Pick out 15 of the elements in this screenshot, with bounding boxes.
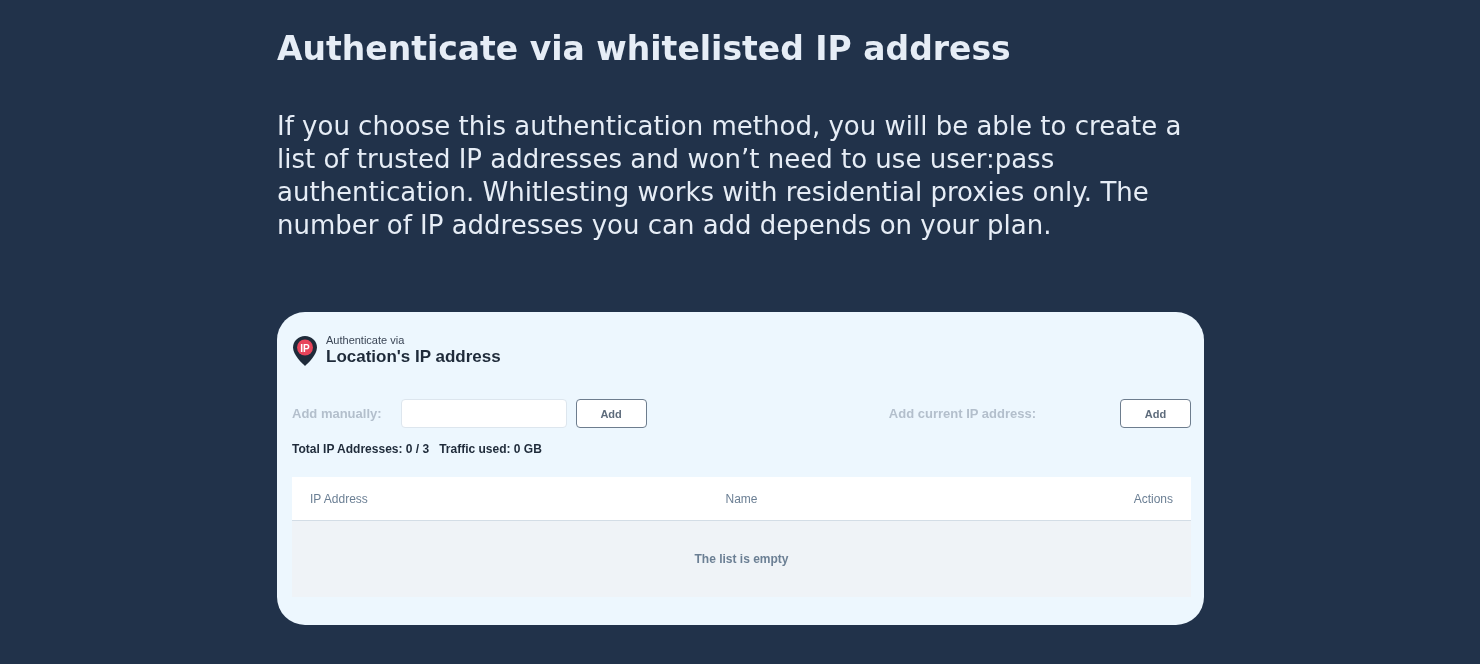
card-title: Location's IP address — [326, 347, 501, 367]
column-header: IP Address — [310, 491, 369, 506]
card-subtitle: Authenticate via — [326, 334, 406, 346]
page-heading: Authenticate via whitelisted IP address — [277, 28, 1012, 70]
field-label: Add manually: — [292, 406, 382, 421]
empty-message: The list is empty — [694, 552, 789, 566]
column-header: Name — [724, 491, 759, 506]
ip-input-field[interactable] — [400, 399, 567, 428]
usage-stats: Total IP Addresses: 0 / 3 Traffic used: 0 GB — [292, 442, 543, 456]
field-label: Add current IP address: — [888, 406, 1036, 421]
add-button[interactable]: Add — [1120, 399, 1191, 428]
description-paragraph: If you choose this authentication method, you will be able to create a list of trusted IP addresses and won’t need to use user:pass authentication. Whitlesting works with residential proxies only. The number of IP addresses you can add depends on your plan. — [277, 110, 1183, 242]
add-button[interactable]: Add — [575, 399, 647, 428]
location-pin-icon: IP — [292, 334, 318, 367]
column-header: Actions — [1132, 491, 1173, 506]
